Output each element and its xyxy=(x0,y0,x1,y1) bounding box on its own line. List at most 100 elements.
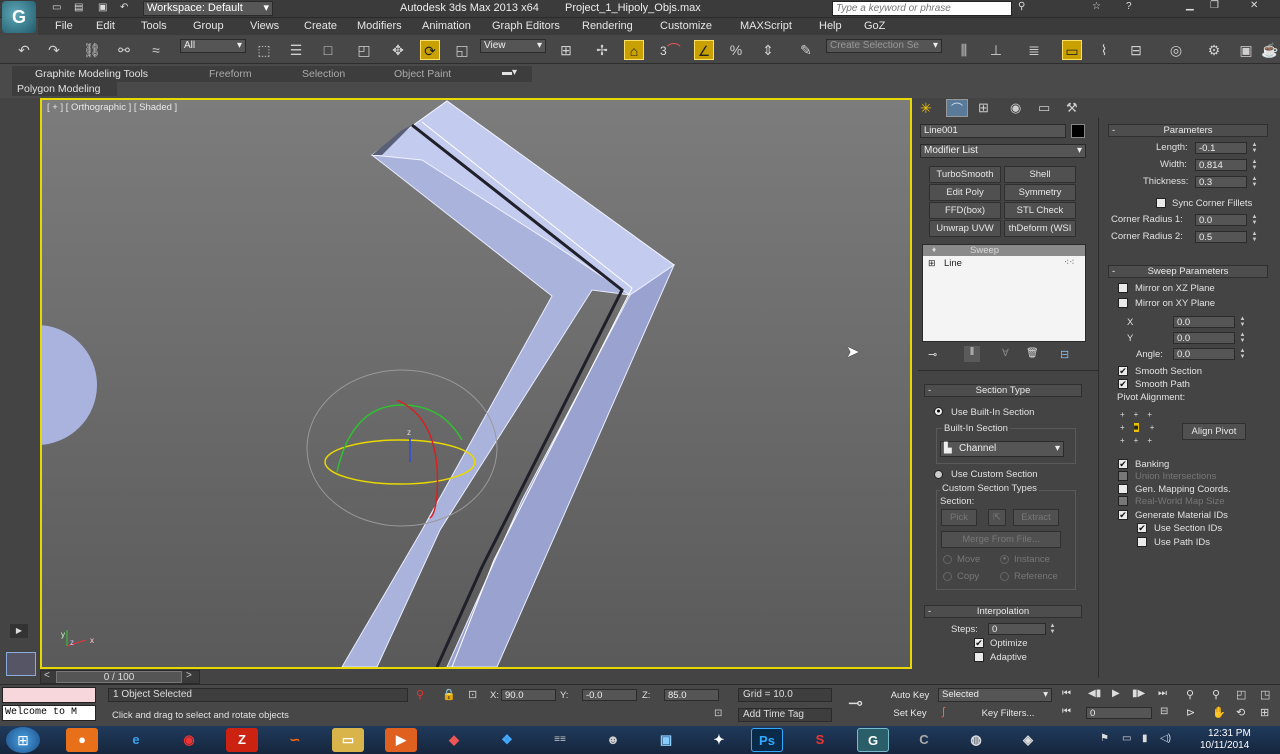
clock-date[interactable]: 10/11/2014 xyxy=(1200,740,1249,751)
section-type-header[interactable]: - Section Type xyxy=(924,384,1082,397)
add-time-tag[interactable]: Add Time Tag xyxy=(738,708,832,722)
corner-radius-2-field[interactable]: 0.5 xyxy=(1195,231,1247,243)
zoom-extents-all-icon[interactable]: ◳ xyxy=(1260,688,1270,701)
gen-material-ids-checkbox[interactable]: ✔ xyxy=(1118,510,1128,520)
angle-snap-icon[interactable]: ∠ xyxy=(694,40,714,60)
modify-tab-icon[interactable]: ⌒ xyxy=(946,99,968,117)
move-radio[interactable] xyxy=(943,555,952,564)
x-offset-field[interactable]: 0.0 xyxy=(1173,316,1235,328)
redo-icon[interactable]: ↷ xyxy=(44,40,64,60)
workspace-dropdown[interactable]: Workspace: Default ▾ xyxy=(143,1,273,16)
curve-editor-icon[interactable]: ⌇ xyxy=(1094,40,1114,60)
union-intersections-checkbox[interactable] xyxy=(1118,471,1128,481)
viewport-thumbnail-icon[interactable] xyxy=(6,652,36,676)
parameters-header[interactable]: - Parameters xyxy=(1108,124,1268,137)
isolate-selection-icon[interactable]: ⚲ xyxy=(416,688,424,701)
corner-radius-1-spinner[interactable]: ▲ ▼ xyxy=(1251,214,1258,226)
spinner-snap-icon[interactable]: ⇕ xyxy=(758,40,778,60)
select-manipulate-icon[interactable]: ✢ xyxy=(592,40,612,60)
stl-check-button[interactable]: STL Check xyxy=(1004,202,1076,219)
copy-radio[interactable] xyxy=(943,572,952,581)
dropbox-icon[interactable]: ❖ xyxy=(491,728,523,752)
minimize-icon[interactable]: ▁ xyxy=(1186,0,1194,11)
goto-start-icon[interactable]: ⏮ xyxy=(1062,688,1071,699)
menu-customize[interactable]: Customize xyxy=(660,18,712,34)
x-coord-field[interactable]: 90.0 xyxy=(501,689,556,701)
use-builtin-radio[interactable]: ● xyxy=(934,407,943,416)
mirror-icon[interactable]: ⫼ xyxy=(954,40,974,60)
symmetry-button[interactable]: Symmetry xyxy=(1004,184,1076,201)
key-mode-dropdown[interactable]: Selected ▾ xyxy=(938,688,1052,702)
z-coord-field[interactable]: 85.0 xyxy=(664,689,719,701)
prev-frame-icon[interactable]: ◀▮ xyxy=(1088,688,1101,699)
ribbon-options-icon[interactable]: ▬▾ xyxy=(502,67,517,78)
absolute-mode-icon[interactable]: ⊡ xyxy=(468,688,477,701)
app-swirl-icon[interactable]: ∽ xyxy=(279,728,311,752)
select-by-name-icon[interactable]: ☰ xyxy=(286,40,306,60)
utilities-tab-icon[interactable]: ⚒ xyxy=(1066,100,1078,116)
smooth-section-checkbox[interactable]: ✔ xyxy=(1118,366,1128,376)
mirror-xz-checkbox[interactable] xyxy=(1118,283,1128,293)
tab-freeform[interactable]: Freeform xyxy=(209,68,252,80)
steps-field[interactable]: 0 xyxy=(988,623,1046,635)
app-text-icon[interactable]: ≡≡ xyxy=(544,728,576,752)
schematic-view-icon[interactable]: ⊟ xyxy=(1126,40,1146,60)
app-sphere-icon[interactable]: ◍ xyxy=(960,728,992,752)
extract-button[interactable]: Extract xyxy=(1013,509,1059,526)
clock-time[interactable]: 12:31 PM xyxy=(1208,728,1251,739)
tab-object-paint[interactable]: Object Paint xyxy=(394,68,451,80)
internet-explorer-icon[interactable]: e xyxy=(120,728,152,752)
sync-corner-checkbox[interactable] xyxy=(1156,198,1166,208)
explorer-icon[interactable]: ▭ xyxy=(332,728,364,752)
tray-monitor-icon[interactable]: ▭ xyxy=(1122,733,1131,744)
new-file-icon[interactable]: ▭ xyxy=(52,2,61,13)
close-icon[interactable]: ✕ xyxy=(1250,0,1258,11)
percent-snap-icon[interactable]: % xyxy=(726,40,746,60)
menu-edit[interactable]: Edit xyxy=(96,18,115,34)
maxscript-listener[interactable]: Welcome to M xyxy=(2,705,96,721)
graphite-toggle-icon[interactable]: ▭ xyxy=(1062,40,1082,60)
play-viewport-icon[interactable]: ▶ xyxy=(10,624,28,638)
align-icon[interactable]: ⊥ xyxy=(986,40,1006,60)
menu-file[interactable]: File xyxy=(55,18,73,34)
interpolation-header[interactable]: - Interpolation xyxy=(924,605,1082,618)
angle-spinner[interactable]: ▲ ▼ xyxy=(1239,348,1246,360)
current-frame-field[interactable]: 0 xyxy=(1086,707,1152,719)
merge-from-file-button[interactable]: Merge From File... xyxy=(941,531,1061,548)
edit-poly-button[interactable]: Edit Poly xyxy=(929,184,1001,201)
maximize-viewport-icon[interactable]: ⊞ xyxy=(1260,706,1269,719)
make-unique-icon[interactable]: ∀ xyxy=(1002,348,1009,359)
start-button[interactable]: ⊞ xyxy=(6,727,40,753)
builtin-section-dropdown[interactable]: ▙ Channel ▾ xyxy=(940,441,1064,457)
y-offset-spinner[interactable]: ▲ ▼ xyxy=(1239,332,1246,344)
thickness-field[interactable]: 0.3 xyxy=(1195,176,1247,188)
pin-stack-icon[interactable]: ⊸ xyxy=(928,348,937,361)
motion-tab-icon[interactable]: ◉ xyxy=(1010,100,1021,116)
play-icon[interactable]: ▶ xyxy=(1112,688,1120,699)
thdeform-button[interactable]: thDeform (WSI xyxy=(1004,220,1076,237)
zoom-extents-icon[interactable]: ◰ xyxy=(1236,688,1246,701)
undo-icon[interactable]: ↶ xyxy=(14,40,34,60)
time-slider-next-icon[interactable]: > xyxy=(186,670,192,681)
material-editor-icon[interactable]: ◎ xyxy=(1166,40,1186,60)
remove-modifier-icon[interactable]: 🗑 xyxy=(1026,348,1039,359)
media-player-icon[interactable]: ▶ xyxy=(385,728,417,752)
reference-radio[interactable] xyxy=(1000,572,1009,581)
tray-volume-icon[interactable]: ◁) xyxy=(1160,733,1171,744)
selection-lock-icon[interactable]: 🔒 xyxy=(442,688,456,701)
ffd-box-button[interactable]: FFD(box) xyxy=(929,202,1001,219)
bind-space-warp-icon[interactable]: ≈ xyxy=(146,40,166,60)
next-frame-icon[interactable]: ▮▶ xyxy=(1132,688,1145,699)
menu-group[interactable]: Group xyxy=(193,18,224,34)
rect-region-icon[interactable]: □ xyxy=(318,40,338,60)
time-slider-thumb[interactable]: 0 / 100 xyxy=(56,671,182,683)
sweep-parameters-header[interactable]: - Sweep Parameters xyxy=(1108,265,1268,278)
time-tag-icon[interactable]: ⊡ xyxy=(714,708,722,719)
use-path-ids-checkbox[interactable] xyxy=(1137,537,1147,547)
zoom-all-icon[interactable]: ⚲ xyxy=(1212,688,1220,701)
object-name-field[interactable]: Line001 xyxy=(920,124,1066,138)
unlink-icon[interactable]: ⚯ xyxy=(114,40,134,60)
viewport-perspective[interactable]: [ + ] [ Orthographic ] [ Shaded ] z y z … xyxy=(40,98,912,669)
search-input[interactable]: Type a keyword or phrase xyxy=(832,1,1012,16)
star-icon[interactable]: ☆ xyxy=(1092,1,1101,12)
